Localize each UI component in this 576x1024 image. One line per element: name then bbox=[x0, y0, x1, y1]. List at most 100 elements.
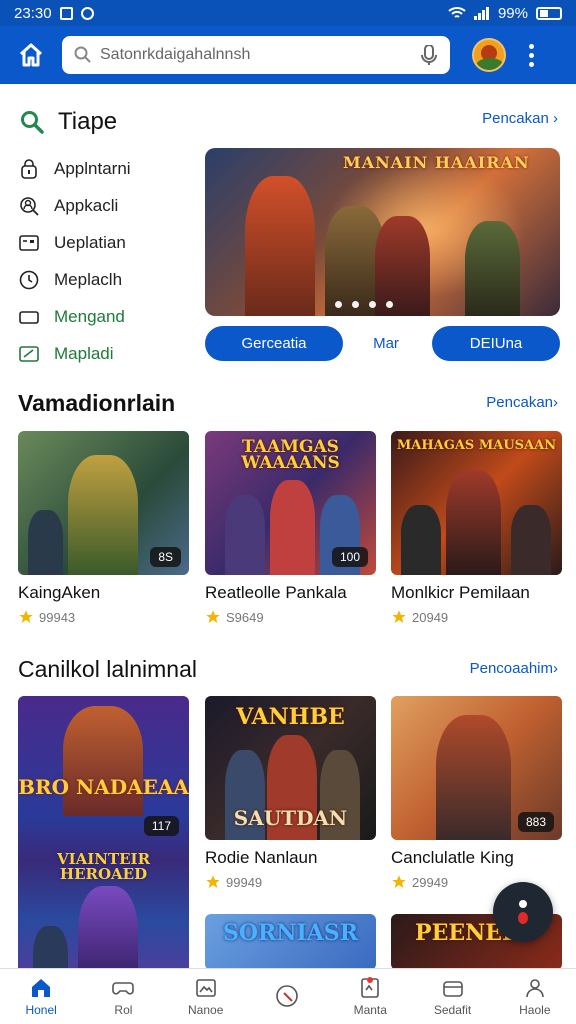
section2-more-link[interactable]: Pencakan› bbox=[486, 394, 558, 411]
nav-manta[interactable]: Manta bbox=[329, 969, 411, 1024]
wifi-icon bbox=[448, 7, 466, 18]
star-icon bbox=[392, 610, 406, 623]
search-bar[interactable] bbox=[62, 36, 450, 74]
banner-button-right[interactable]: DEIUna bbox=[432, 326, 560, 361]
game-badge: 8S bbox=[150, 547, 181, 567]
nav-label: Manta bbox=[353, 1003, 387, 1017]
star-icon bbox=[206, 875, 220, 888]
game-rating: 20949 bbox=[391, 609, 562, 625]
bottom-navigation: Honel Rol Nanoe Manta Sedafit Haole bbox=[0, 968, 576, 1024]
nav-nanoe[interactable]: Nanoe bbox=[165, 969, 247, 1024]
home-icon bbox=[19, 43, 43, 67]
wallet-icon bbox=[442, 981, 463, 997]
app-bar bbox=[0, 26, 576, 84]
check-box-icon bbox=[19, 345, 39, 362]
notification-icon bbox=[59, 6, 73, 20]
nav-label: Haole bbox=[519, 1003, 551, 1017]
category-item[interactable]: Appkacli bbox=[18, 187, 193, 224]
avatar[interactable] bbox=[472, 38, 506, 72]
game-name: Monlkicr Pemilaan bbox=[391, 583, 530, 602]
game-card[interactable]: 883 Canclulatle King 29949 bbox=[391, 696, 562, 890]
nav-label: Rol bbox=[114, 1003, 133, 1017]
game-logo: SORNIASR bbox=[223, 920, 358, 946]
mic-icon[interactable] bbox=[420, 45, 438, 65]
search-section-icon bbox=[21, 111, 44, 134]
battery-percent: 99% bbox=[497, 4, 528, 22]
game-rating: 99949 bbox=[205, 874, 376, 890]
banner-button-middle[interactable]: Mar bbox=[355, 326, 417, 361]
game-thumbnail: SORNIASR bbox=[205, 914, 376, 970]
floating-action-button[interactable] bbox=[493, 882, 553, 942]
nav-label: Honel bbox=[25, 1003, 57, 1017]
category-label: Meplaclh bbox=[54, 269, 123, 289]
search-user-icon bbox=[20, 196, 39, 216]
home-button[interactable] bbox=[0, 26, 62, 84]
category-item[interactable]: Mapladi bbox=[18, 335, 193, 372]
star-icon bbox=[392, 875, 406, 888]
game-name: Canclulatle King bbox=[391, 848, 514, 867]
game-thumbnail: 8S bbox=[18, 431, 189, 575]
category-item[interactable]: Mengand bbox=[18, 298, 193, 335]
game-card[interactable]: VANHBE SAUTDAN Rodie Nanlaun 99949 bbox=[205, 696, 376, 890]
game-thumbnail: VANHBE SAUTDAN bbox=[205, 696, 376, 840]
game-card[interactable]: 8S KaingAken 99943 bbox=[18, 431, 189, 625]
game-logo: VIAINTEIR HEROAED bbox=[56, 850, 151, 883]
section-title-3: Canilkol lalnimnal bbox=[18, 656, 197, 682]
banner-logo: MANAIN HAAIRAN bbox=[343, 153, 530, 172]
section-title-top: Tiape bbox=[58, 108, 118, 135]
carousel-dots[interactable] bbox=[335, 301, 393, 308]
signal-icon bbox=[473, 7, 489, 20]
card-icon bbox=[19, 234, 39, 251]
clock-icon bbox=[19, 270, 39, 289]
search-icon bbox=[276, 984, 298, 1007]
battery-icon bbox=[536, 6, 562, 20]
game-thumbnail: MAHAGAS MAUSAAN bbox=[391, 431, 562, 575]
category-item[interactable]: Meplaclh bbox=[18, 261, 193, 298]
home-icon bbox=[32, 979, 51, 997]
category-label: Applntarni bbox=[54, 158, 131, 178]
game-card[interactable]: SORNIASR bbox=[205, 914, 376, 970]
section3-more-link[interactable]: Pencoaahim› bbox=[470, 660, 558, 677]
more-menu-icon[interactable] bbox=[526, 43, 536, 67]
featured-banner[interactable]: MANAIN HAAIRAN bbox=[205, 148, 560, 316]
lock-icon bbox=[21, 158, 37, 179]
game-card-tall[interactable]: BRO NADAEAA 117 VIAINTEIR HEROAED bbox=[18, 696, 189, 996]
game-name: KaingAken bbox=[18, 583, 101, 602]
banner-button-left[interactable]: Gerceatia bbox=[205, 326, 343, 361]
category-list: Applntarni Appkacli Ueplatian Meplaclh M… bbox=[18, 150, 193, 372]
search-icon bbox=[74, 46, 91, 63]
controller-icon bbox=[112, 982, 135, 995]
game-thumbnail: 883 bbox=[391, 696, 562, 840]
nav-label: Nanoe bbox=[188, 1003, 224, 1017]
nav-rol[interactable]: Rol bbox=[82, 969, 164, 1024]
category-label: Mengand bbox=[54, 306, 125, 326]
game-card[interactable]: TAAMGAS WAAAANS 100 Reatleolle Pankala S… bbox=[205, 431, 376, 625]
nav-sedafit[interactable]: Sedafit bbox=[411, 969, 493, 1024]
game-logo: SAUTDAN bbox=[233, 806, 348, 830]
nav-label: Sedafit bbox=[433, 1003, 472, 1017]
app-root: 23:30 99% Tiape Pencakan › Applntarni bbox=[0, 0, 576, 1024]
person-icon bbox=[526, 979, 544, 998]
nav-haole[interactable]: Haole bbox=[494, 969, 576, 1024]
rectangle-icon bbox=[19, 310, 39, 324]
nav-home[interactable]: Honel bbox=[0, 969, 82, 1024]
game-card[interactable]: MAHAGAS MAUSAAN Monlkicr Pemilaan 20949 bbox=[391, 431, 562, 625]
category-item[interactable]: Applntarni bbox=[18, 150, 193, 187]
game-badge: 883 bbox=[517, 812, 554, 832]
status-time: 23:30 bbox=[14, 4, 52, 22]
top-more-link[interactable]: Pencakan › bbox=[482, 110, 558, 127]
game-logo: MAHAGAS MAUSAAN bbox=[396, 438, 557, 453]
game-badge: 100 bbox=[331, 547, 368, 567]
category-item[interactable]: Ueplatian bbox=[18, 224, 193, 261]
nav-search[interactable] bbox=[247, 969, 329, 1024]
game-rating: S9649 bbox=[205, 609, 376, 625]
game-name: Reatleolle Pankala bbox=[205, 583, 347, 602]
game-name: Rodie Nanlaun bbox=[205, 848, 318, 867]
game-logo: TAAMGAS WAAAANS bbox=[241, 437, 340, 473]
search-input[interactable] bbox=[100, 46, 412, 64]
game-badge: 117 bbox=[143, 816, 179, 836]
status-bar: 23:30 99% bbox=[0, 0, 576, 26]
game-rating: 99943 bbox=[18, 609, 189, 625]
game-logo: VANHBE bbox=[236, 704, 345, 730]
game-thumbnail: TAAMGAS WAAAANS 100 bbox=[205, 431, 376, 575]
